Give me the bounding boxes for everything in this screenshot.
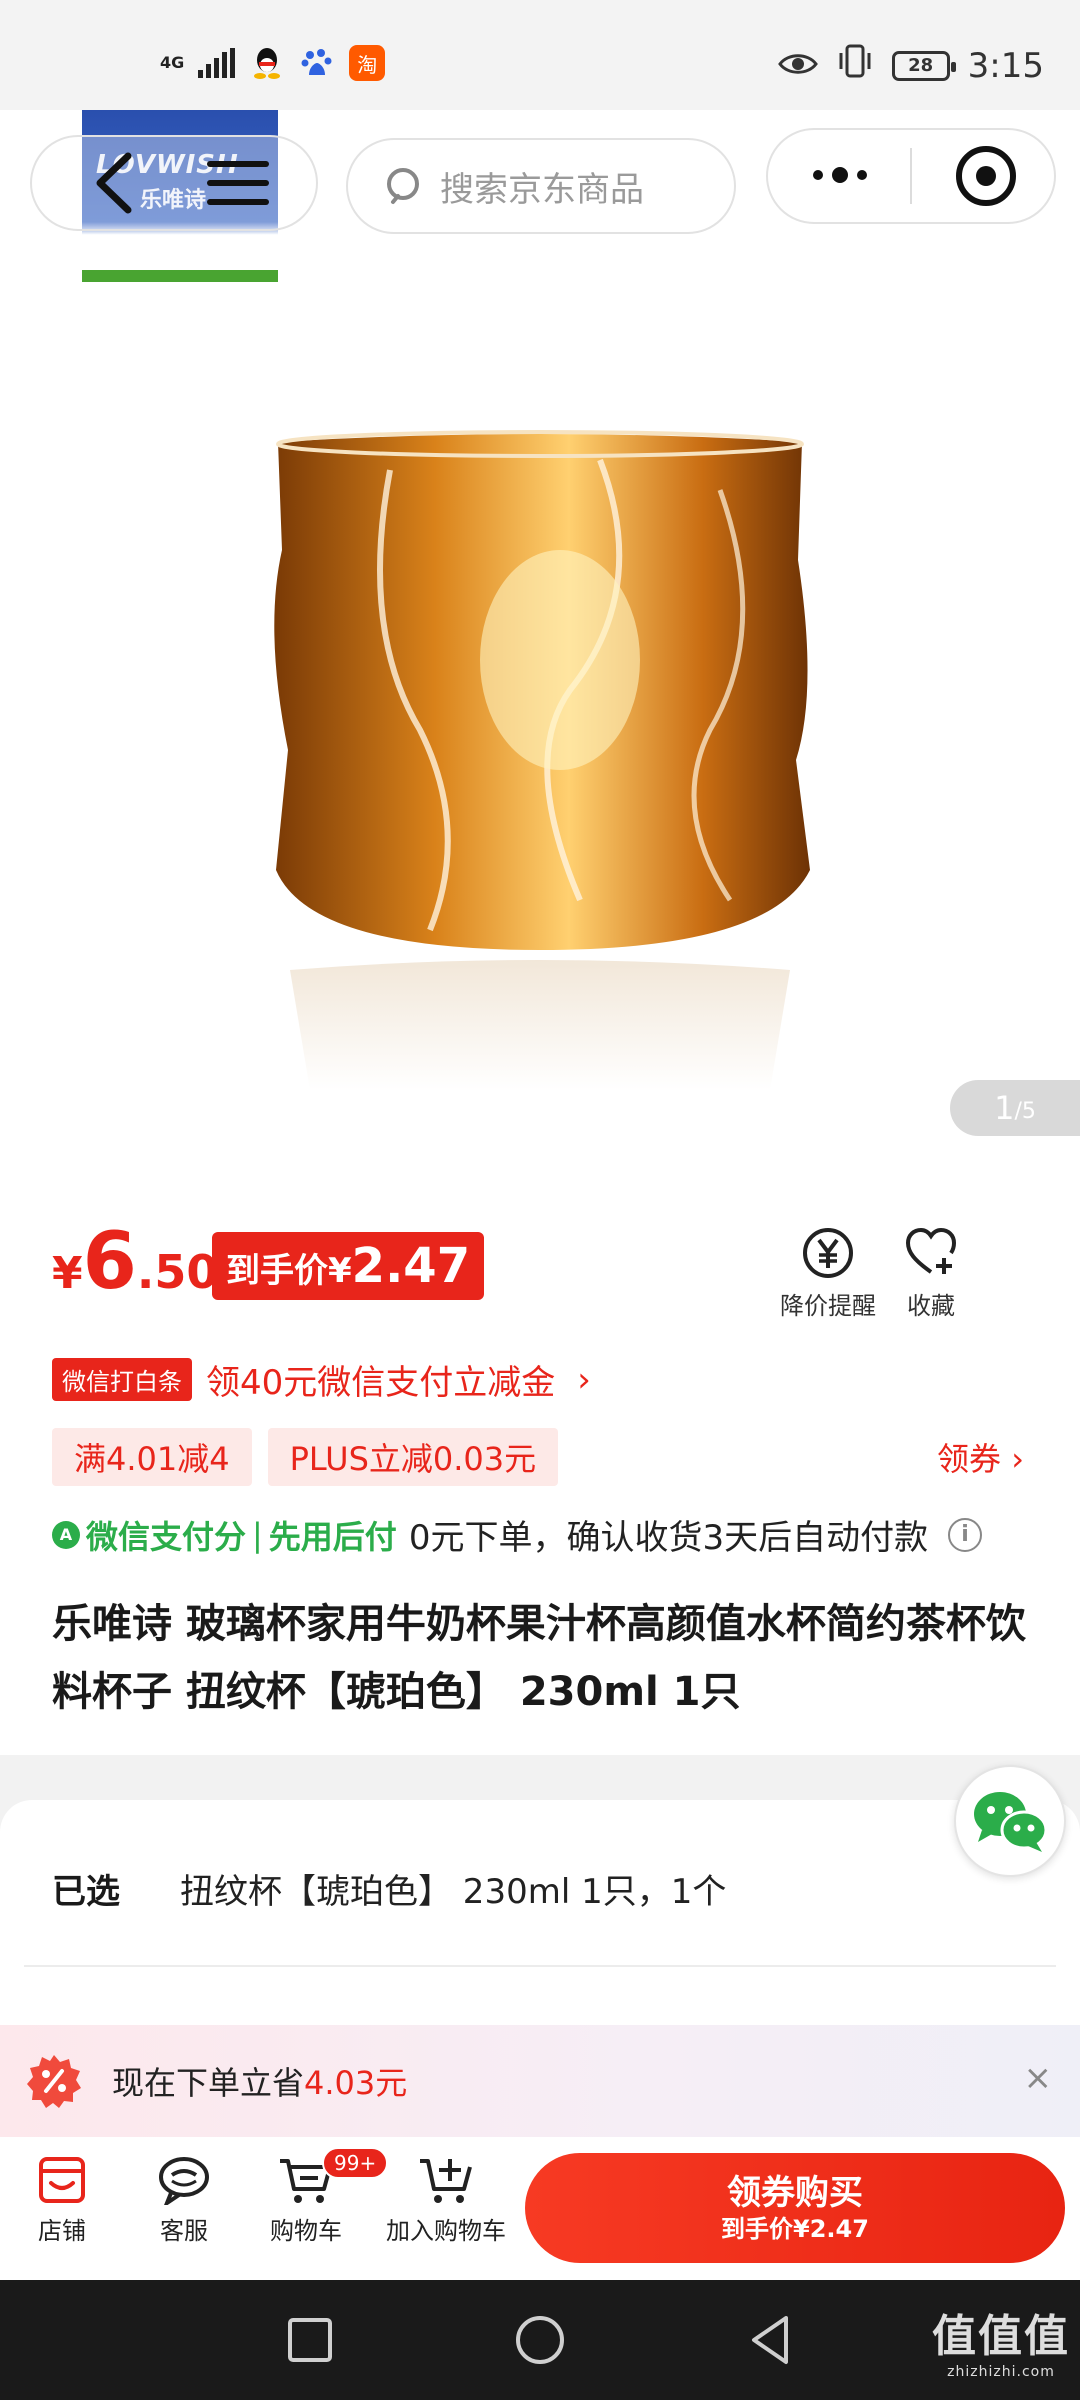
promo-text: 现在下单立省4.03元 xyxy=(112,2058,407,2104)
final-price-value: 2.47 xyxy=(351,1238,471,1294)
clock: 3:15 xyxy=(967,45,1044,86)
search-placeholder: 搜索京东商品 xyxy=(440,169,644,210)
triangle-back-icon[interactable] xyxy=(742,2312,798,2368)
store-label: 店铺 xyxy=(38,2217,86,2245)
close-miniprogram-button[interactable] xyxy=(956,146,1016,206)
nav-divider xyxy=(910,148,912,204)
percent-badge-icon xyxy=(27,2055,81,2108)
store-icon xyxy=(39,2157,85,2203)
vibrate-icon xyxy=(836,44,874,87)
price-integer: 6 xyxy=(82,1217,137,1307)
pay-later-mode: 先用后付 xyxy=(268,1517,397,1556)
final-price-label: 到手价¥ xyxy=(226,1251,352,1291)
info-icon[interactable]: i xyxy=(948,1517,983,1552)
divider xyxy=(24,1965,1056,1967)
wechat-pay-score-icon: A xyxy=(52,1520,80,1549)
back-button[interactable] xyxy=(90,150,140,216)
add-cart-icon xyxy=(420,2159,472,2203)
network-type: 4G xyxy=(160,53,185,72)
service-label: 客服 xyxy=(160,2217,208,2245)
circle-nav-icon[interactable] xyxy=(512,2312,568,2368)
more-icon xyxy=(813,167,867,183)
back-icon xyxy=(96,152,132,214)
buy-with-coupon-button[interactable]: 领券购买 到手价¥2.47 xyxy=(525,2153,1065,2263)
gallery-page-indicator: 1 /5 xyxy=(950,1080,1080,1136)
price-currency: ¥ xyxy=(52,1248,83,1299)
eye-icon xyxy=(777,46,818,86)
chevron-right-icon: › xyxy=(577,1359,591,1400)
selection-label: 已选 xyxy=(52,1872,120,1912)
more-button[interactable] xyxy=(800,150,880,200)
add-to-cart-button[interactable]: 加入购物车 xyxy=(386,2155,506,2246)
buy-button-label: 领券购买 xyxy=(727,2173,863,2213)
store-button[interactable]: 店铺 xyxy=(2,2155,122,2246)
product-image xyxy=(274,430,810,1090)
promo-text-main: 现在下单立省 xyxy=(112,2064,305,2102)
nav-pill-left xyxy=(30,135,318,231)
coupon-row: 满4.01减4 PLUS立减0.03元 xyxy=(52,1428,559,1486)
price-decimal: .50 xyxy=(136,1245,219,1299)
menu-button[interactable] xyxy=(206,158,270,208)
menu-icon xyxy=(207,161,269,205)
pay-later-separator: | xyxy=(252,1515,263,1554)
price: ¥ 6 .50 xyxy=(52,1223,218,1301)
taobao-icon-glyph: 淘 xyxy=(357,52,378,77)
search-input[interactable]: 搜索京东商品 xyxy=(346,138,736,234)
price-alert-label: 降价提醒 xyxy=(780,1292,876,1320)
favorite-button[interactable]: 收藏 xyxy=(904,1226,958,1321)
claim-coupon-link[interactable]: 领券 › xyxy=(937,1434,1024,1480)
pay-later-row[interactable]: A 微信支付分 | 先用后付 0元下单，确认收货3天后自动付款 i xyxy=(52,1510,983,1559)
cart-count-badge: 99+ xyxy=(322,2147,389,2179)
heart-plus-icon xyxy=(905,1227,957,1274)
search-icon xyxy=(387,168,419,204)
baidu-icon xyxy=(299,45,335,81)
price-alert-button[interactable]: 降价提醒 xyxy=(780,1226,876,1321)
selection-value: 扭纹杯【琥珀色】 230ml 1只，1个 xyxy=(180,1872,727,1912)
service-icon xyxy=(159,2157,209,2205)
coupon-tag[interactable]: PLUS立减0.03元 xyxy=(267,1428,559,1486)
square-nav-icon[interactable] xyxy=(282,2312,338,2368)
qq-icon xyxy=(249,45,285,81)
pay-later-desc: 0元下单，确认收货3天后自动付款 xyxy=(408,1518,929,1558)
final-price-badge: 到手价¥ 2.47 xyxy=(212,1232,485,1300)
watermark: 值值值 zhizhizhi.com xyxy=(932,2300,1070,2380)
wechat-promo-tag: 微信打白条 xyxy=(52,1358,192,1401)
cart-label: 购物车 xyxy=(270,2217,342,2245)
gallery-total: /5 xyxy=(1014,1098,1036,1124)
watermark-text: 值值值 xyxy=(932,2311,1070,2362)
promo-amount: 4.03元 xyxy=(304,2064,408,2102)
coupon-tag[interactable]: 满4.01减4 xyxy=(52,1428,252,1486)
add-cart-label: 加入购物车 xyxy=(386,2217,506,2245)
wechat-promo-row[interactable]: 微信打白条 领40元微信支付立减金 › xyxy=(52,1355,591,1404)
target-icon xyxy=(976,166,996,186)
wechat-share-button[interactable] xyxy=(954,1765,1066,1877)
service-button[interactable]: 客服 xyxy=(124,2155,244,2246)
bottom-action-bar: 店铺 客服 购物车 99+ 加入购物车 领券购买 到手价¥2.47 xyxy=(0,2137,1080,2280)
pay-later-brand: 微信支付分 xyxy=(86,1517,247,1556)
yen-bell-icon xyxy=(803,1228,853,1278)
promo-banner[interactable]: 现在下单立省4.03元 × xyxy=(0,2025,1080,2137)
buy-button-sublabel: 到手价¥2.47 xyxy=(721,2215,869,2243)
wechat-promo-text: 领40元微信支付立减金 xyxy=(206,1363,556,1403)
close-icon[interactable]: × xyxy=(1024,2061,1053,2095)
status-left: 4G 淘 xyxy=(160,45,386,81)
watermark-url: zhizhizhi.com xyxy=(947,2364,1055,2380)
favorite-label: 收藏 xyxy=(907,1292,955,1320)
gallery-current: 1 xyxy=(994,1089,1015,1127)
wechat-chat-icon xyxy=(974,1792,1048,1852)
signal-icon xyxy=(198,48,236,78)
product-title: 乐唯诗 玻璃杯家用牛奶杯果汁杯高颜值水杯简约茶杯饮料杯子 扭纹杯【琥珀色】 23… xyxy=(52,1601,1026,1715)
taobao-icon: 淘 xyxy=(349,45,386,81)
battery-icon: 28 xyxy=(891,50,956,81)
system-navigation-bar xyxy=(0,2280,1080,2400)
product-info: ¥ 6 .50 到手价¥ 2.47 降价提醒 收藏 微信打白条 领40元微信支付… xyxy=(0,1190,1080,1755)
status-bar: 4G 淘 28 3:15 xyxy=(0,0,1080,110)
status-right: 28 3:15 xyxy=(777,44,1044,87)
